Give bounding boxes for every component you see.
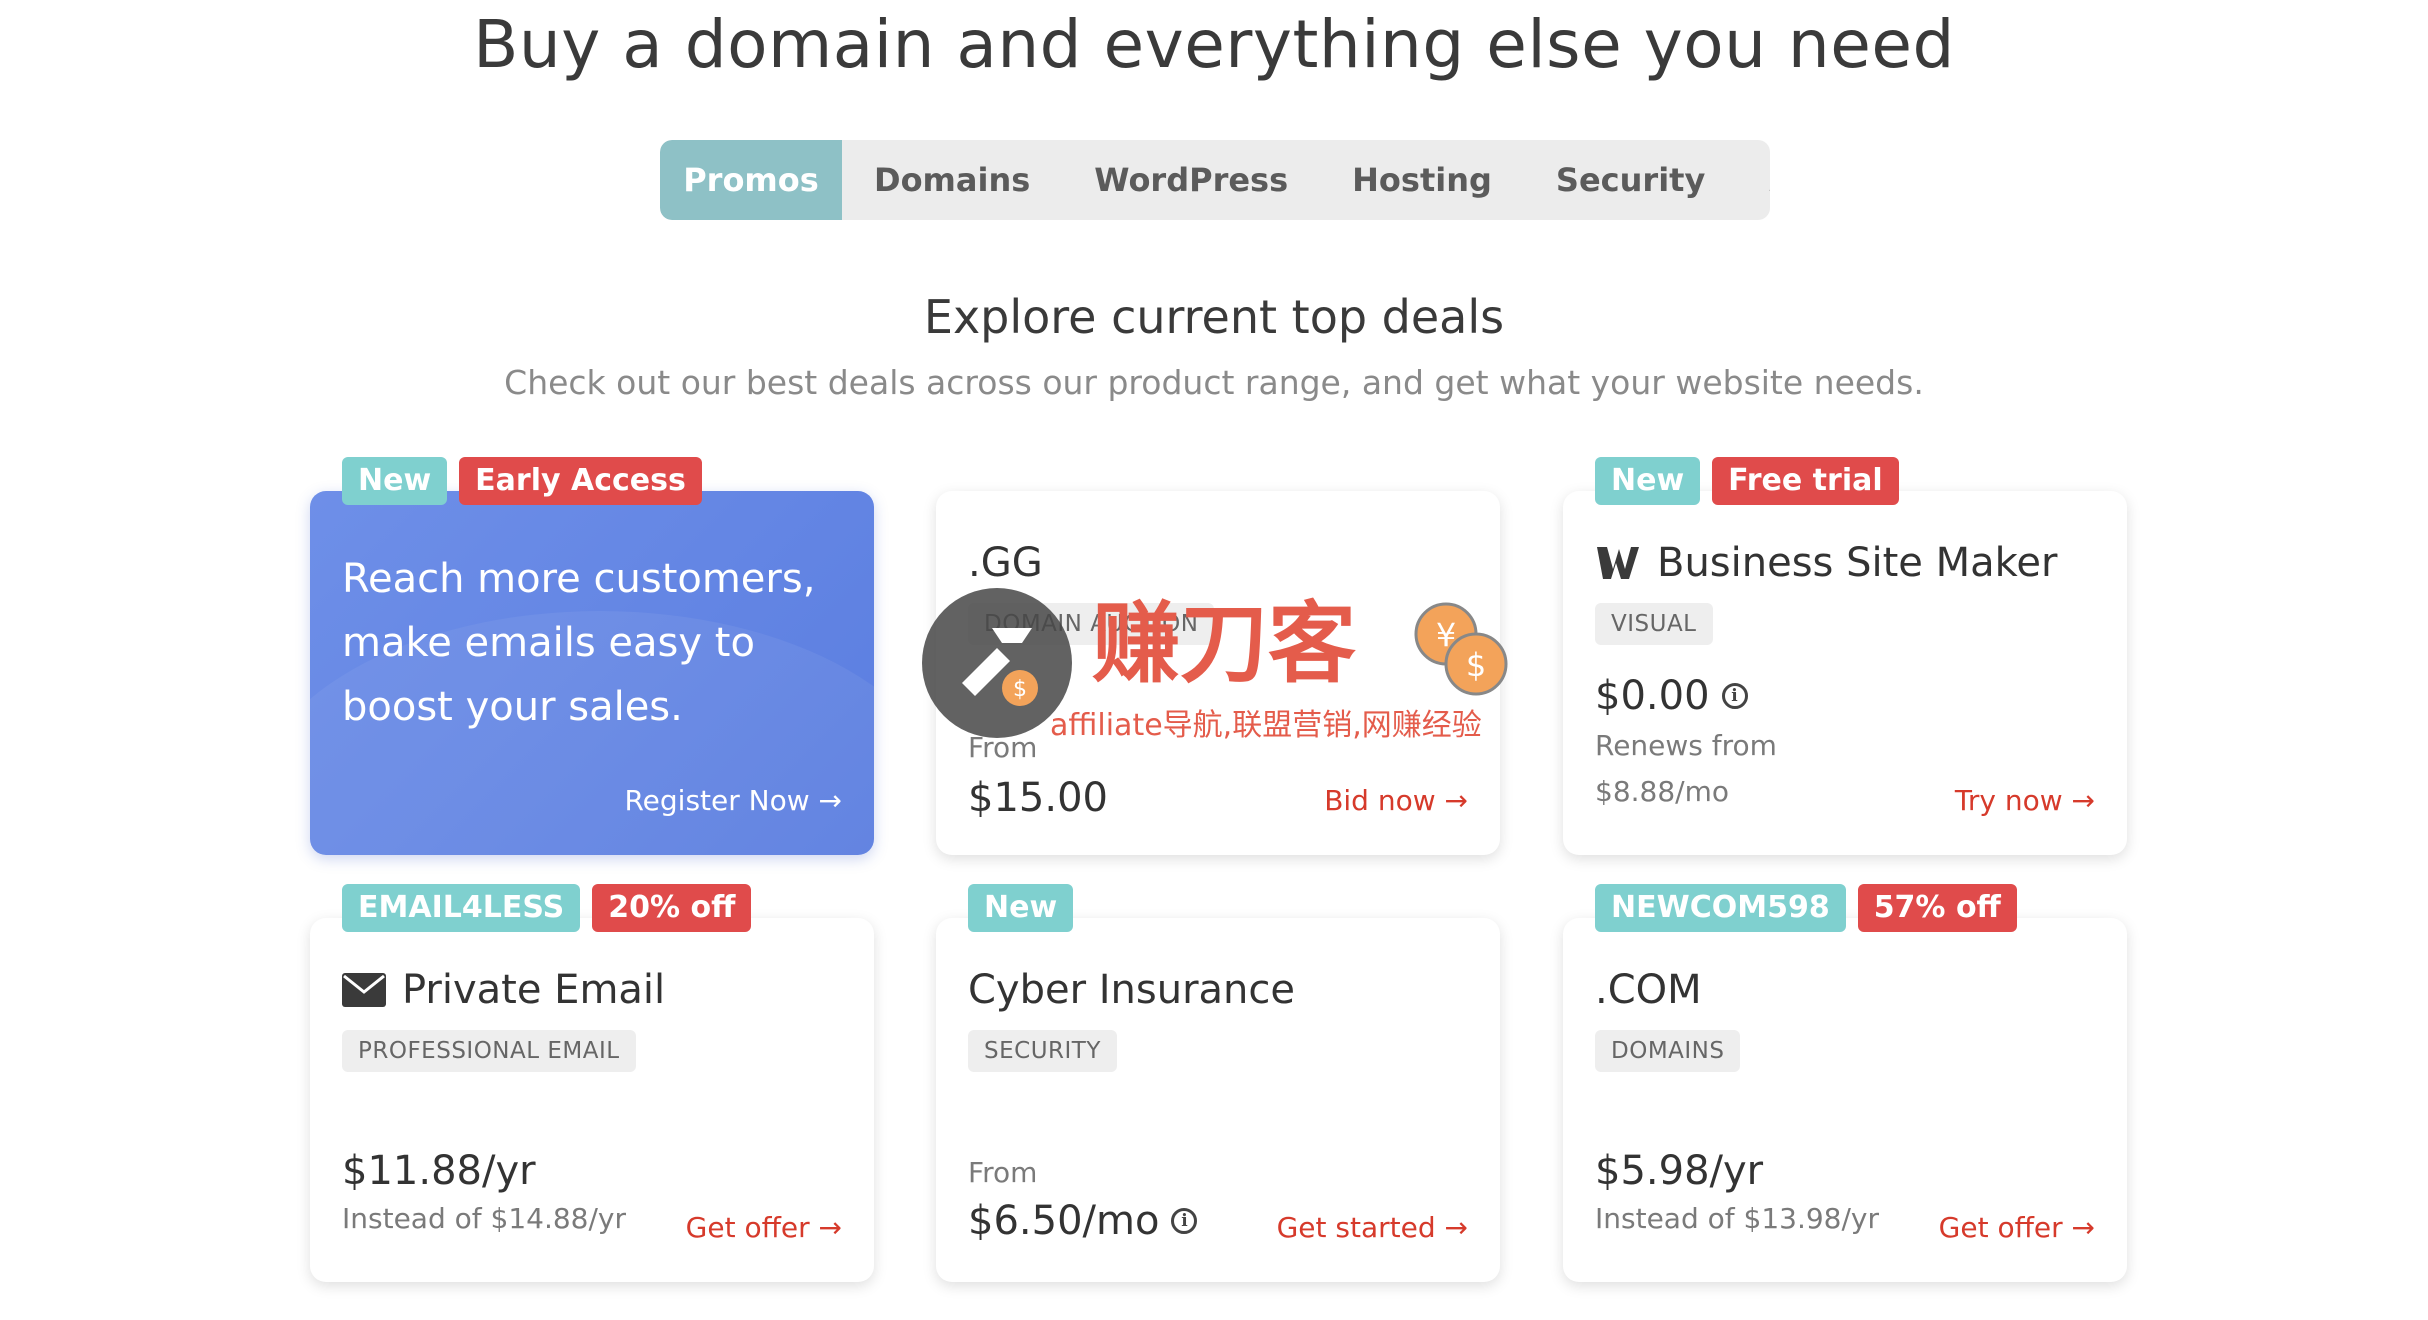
category-tag: DOMAIN AUCTION [968, 603, 1215, 645]
price-value: $0.00 [1595, 673, 1710, 719]
category-tabs: Promos Domains WordPress Hosting Securit… [660, 140, 1770, 220]
from-label: From [968, 731, 1038, 764]
badge-discount: 57% off [1857, 884, 2017, 932]
price: $0.00 i [1595, 673, 1748, 719]
card-title: Business Site Maker [1595, 535, 2057, 591]
card-title: Cyber Insurance [968, 967, 1296, 1013]
renews-label: Renews from [1595, 729, 1777, 762]
tab-promos[interactable]: Promos [660, 140, 842, 220]
register-now-link[interactable]: Register Now → [624, 784, 842, 817]
card-title-text: Private Email [402, 967, 666, 1013]
price: $15.00 [968, 775, 1108, 821]
card-title: .COM [1595, 967, 1702, 1013]
category-tag: DOMAINS [1595, 1030, 1741, 1072]
deal-card-gg[interactable]: .GG DOMAIN AUCTION From $15.00 Bid now → [936, 491, 1500, 855]
promo-text: Reach more customers, make emails easy t… [342, 556, 816, 730]
badge-group: New [968, 884, 1074, 932]
card-title: .GG [968, 540, 1043, 586]
try-now-link[interactable]: Try now → [1955, 784, 2095, 817]
price: $6.50/mo i [968, 1198, 1198, 1244]
badge-early-access: Early Access [459, 457, 702, 505]
bid-now-link[interactable]: Bid now → [1324, 784, 1468, 817]
badge-new: New [342, 457, 448, 505]
renews-price: $8.88/mo [1595, 775, 1729, 808]
tab-hosting[interactable]: Hosting [1320, 140, 1524, 220]
from-label: From [968, 1156, 1038, 1189]
deal-card-private-email[interactable]: EMAIL4LESS 20% off Private Email PROFESS… [310, 884, 874, 1282]
badge-promo-code: EMAIL4LESS [342, 884, 581, 932]
badge-new: New [1595, 457, 1701, 505]
envelope-icon [342, 973, 386, 1007]
deal-card-com[interactable]: NEWCOM598 57% off .COM DOMAINS $5.98/yr … [1563, 884, 2127, 1282]
badge-group: New Early Access [342, 457, 702, 505]
category-tag: PROFESSIONAL EMAIL [342, 1030, 636, 1072]
badge-free-trial: Free trial [1712, 457, 1899, 505]
category-tag: SECURITY [968, 1030, 1117, 1072]
category-tag: VISUAL [1595, 603, 1713, 645]
price-value: $15.00 [968, 775, 1108, 821]
badge-new: New [968, 884, 1074, 932]
page-title: Buy a domain and everything else you nee… [473, 6, 1955, 83]
section-subtitle: Check out our best deals across our prod… [504, 363, 1924, 402]
info-icon[interactable]: i [1171, 1208, 1198, 1234]
tab-security[interactable]: Security [1524, 140, 1737, 220]
get-started-link[interactable]: Get started → [1277, 1211, 1468, 1244]
badge-group: New Free trial [1595, 457, 1899, 505]
tab-wordpress[interactable]: WordPress [1062, 140, 1320, 220]
instead-of-price: Instead of $13.98/yr [1595, 1202, 1880, 1235]
badge-promo-code: NEWCOM598 [1595, 884, 1846, 932]
site-maker-logo-icon [1595, 543, 1641, 583]
card-title: Private Email [342, 962, 665, 1018]
price-value: $5.98/yr [1595, 1148, 1764, 1194]
price-value: $6.50/mo [968, 1198, 1160, 1244]
get-offer-link[interactable]: Get offer → [1939, 1211, 2095, 1244]
card-title-text: Business Site Maker [1657, 540, 2058, 586]
price: $5.98/yr [1595, 1148, 1763, 1194]
tab-apps[interactable]: Apps [1737, 140, 1770, 220]
instead-of-price: Instead of $14.88/yr [342, 1202, 627, 1235]
tab-domains[interactable]: Domains [842, 140, 1062, 220]
promo-card-email-marketing[interactable]: New Early Access Reach more customers, m… [310, 457, 874, 855]
price-value: $11.88/yr [342, 1148, 536, 1194]
info-icon[interactable]: i [1721, 683, 1748, 709]
deal-card-cyber-insurance[interactable]: New Cyber Insurance SECURITY From $6.50/… [936, 884, 1500, 1282]
section-title: Explore current top deals [923, 290, 1505, 344]
deal-card-site-maker[interactable]: New Free trial Business Site Maker VISUA… [1563, 457, 2127, 855]
price: $11.88/yr [342, 1148, 536, 1194]
get-offer-link[interactable]: Get offer → [686, 1211, 842, 1244]
badge-discount: 20% off [592, 884, 752, 932]
badge-group: EMAIL4LESS 20% off [342, 884, 752, 932]
badge-group: NEWCOM598 57% off [1595, 884, 2017, 932]
